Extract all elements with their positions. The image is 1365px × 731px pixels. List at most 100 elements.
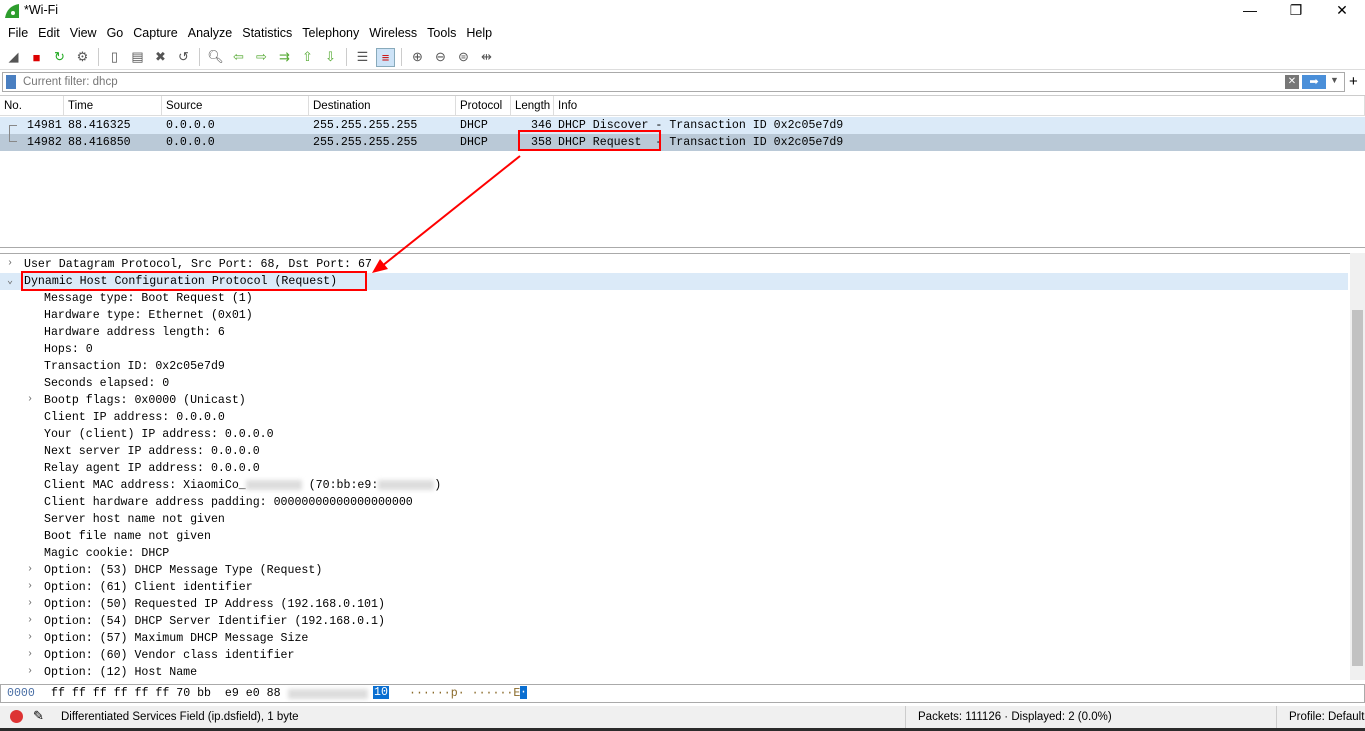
- autoscroll-icon[interactable]: ☰: [353, 48, 372, 67]
- menu-view[interactable]: View: [65, 23, 102, 44]
- status-profile[interactable]: Profile: Default: [1289, 711, 1364, 723]
- tree-item[interactable]: Hardware type: Ethernet (0x01): [0, 307, 1348, 324]
- tree-item[interactable]: Hops: 0: [0, 341, 1348, 358]
- tree-item[interactable]: › Option: (12) Host Name: [0, 664, 1348, 681]
- menu-capture[interactable]: Capture: [128, 23, 182, 44]
- find-icon[interactable]: 🔍︎: [206, 48, 225, 67]
- open-file-icon[interactable]: ▯: [105, 48, 124, 67]
- tree-item[interactable]: › Option: (50) Requested IP Address (192.…: [0, 596, 1348, 613]
- menu-tools[interactable]: Tools: [422, 23, 461, 44]
- ascii-selected-char[interactable]: ·: [520, 686, 527, 699]
- restart-icon[interactable]: ↻: [50, 48, 69, 67]
- forward-icon[interactable]: ⇨: [252, 48, 271, 67]
- tree-item[interactable]: › Option: (53) DHCP Message Type (Request…: [0, 562, 1348, 579]
- filter-input[interactable]: Current filter: dhcp: [23, 76, 118, 88]
- chevron-right-icon[interactable]: ›: [27, 649, 33, 660]
- chevron-right-icon[interactable]: ›: [27, 615, 33, 626]
- tree-item[interactable]: › Option: (61) Client identifier: [0, 579, 1348, 596]
- tree-item-label: Option: (54) DHCP Server Identifier (192…: [44, 615, 385, 628]
- add-filter-button[interactable]: +: [1349, 73, 1358, 90]
- chevron-right-icon[interactable]: ›: [27, 394, 33, 405]
- packet-time: 88.416850: [68, 136, 131, 149]
- bookmark-icon[interactable]: [6, 75, 16, 89]
- chevron-down-icon[interactable]: ⌄: [7, 275, 13, 287]
- menu-bar: File Edit View Go Capture Analyze Statistics Te…: [0, 23, 1365, 44]
- menu-help[interactable]: Help: [461, 23, 497, 44]
- tree-item[interactable]: Seconds elapsed: 0: [0, 375, 1348, 392]
- packet-row[interactable]: 14982 88.416850 0.0.0.0 255.255.255.255 DHCP…: [0, 134, 1365, 151]
- chevron-right-icon[interactable]: ›: [27, 598, 33, 609]
- first-icon[interactable]: ⇧: [298, 48, 317, 67]
- menu-file[interactable]: File: [3, 23, 33, 44]
- tree-item-text: Next server IP address: 0.0.0.0: [44, 445, 260, 458]
- tree-item-text: Bootp flags: 0x0000 (Unicast): [44, 394, 246, 407]
- menu-statistics[interactable]: Statistics: [237, 23, 297, 44]
- tree-item-text: Hops: 0: [44, 343, 93, 356]
- display-filter-bar[interactable]: Current filter: dhcp ✕ ➡ ▼: [2, 72, 1345, 92]
- tree-item-label: Message type: Boot Request (1): [44, 292, 253, 305]
- column-header-length[interactable]: Length: [511, 96, 554, 116]
- clear-filter-icon[interactable]: ✕: [1285, 75, 1299, 89]
- reload-icon[interactable]: ↺: [174, 48, 193, 67]
- goto-icon[interactable]: ⇉: [275, 48, 294, 67]
- tree-item[interactable]: Your (client) IP address: 0.0.0.0: [0, 426, 1348, 443]
- chevron-right-icon[interactable]: ›: [27, 564, 33, 575]
- menu-wireless[interactable]: Wireless: [364, 23, 422, 44]
- tree-item-label: Option: (53) DHCP Message Type (Request): [44, 564, 323, 577]
- tree-item[interactable]: Client MAC address: XiaomiCo_ (70:bb:e9:…: [0, 477, 1348, 494]
- zoom-in-icon[interactable]: ⊕: [408, 48, 427, 67]
- column-header-source[interactable]: Source: [162, 96, 309, 116]
- capture-status-icon: [10, 710, 23, 723]
- tree-item[interactable]: Client IP address: 0.0.0.0: [0, 409, 1348, 426]
- zoom-out-icon[interactable]: ⊖: [431, 48, 450, 67]
- column-header-info[interactable]: Info: [554, 96, 1365, 116]
- tree-item[interactable]: Relay agent IP address: 0.0.0.0: [0, 460, 1348, 477]
- normal-size-icon[interactable]: ⊜: [454, 48, 473, 67]
- close-button[interactable]: ✕: [1319, 0, 1365, 22]
- chevron-right-icon[interactable]: ›: [27, 666, 33, 677]
- scrollbar-thumb[interactable]: [1352, 310, 1363, 666]
- chevron-right-icon[interactable]: ›: [27, 632, 33, 643]
- tree-item[interactable]: › Option: (60) Vendor class identifier: [0, 647, 1348, 664]
- tree-item[interactable]: › Bootp flags: 0x0000 (Unicast): [0, 392, 1348, 409]
- options-gear-icon[interactable]: ⚙: [73, 48, 92, 67]
- column-header-no[interactable]: No.: [0, 96, 64, 116]
- apply-filter-icon[interactable]: ➡: [1302, 75, 1326, 89]
- tree-item[interactable]: Server host name not given: [0, 511, 1348, 528]
- tree-item[interactable]: Magic cookie: DHCP: [0, 545, 1348, 562]
- packet-row[interactable]: 14981 88.416325 0.0.0.0 255.255.255.255 DHCP…: [0, 117, 1365, 134]
- tree-item[interactable]: Transaction ID: 0x2c05e7d9: [0, 358, 1348, 375]
- restore-button[interactable]: ❐: [1273, 0, 1319, 22]
- shark-fin-start-icon[interactable]: ◢: [4, 48, 23, 67]
- resize-columns-icon[interactable]: ⇹: [477, 48, 496, 67]
- tree-item[interactable]: Client hardware address padding: 0000000…: [0, 494, 1348, 511]
- column-header-destination[interactable]: Destination: [309, 96, 456, 116]
- tree-item[interactable]: Hardware address length: 6: [0, 324, 1348, 341]
- tree-item-label: Option: (50) Requested IP Address (192.1…: [44, 598, 385, 611]
- minimize-button[interactable]: —: [1227, 0, 1273, 22]
- edit-comment-icon[interactable]: ✎: [33, 708, 44, 724]
- tree-item[interactable]: Boot file name not given: [0, 528, 1348, 545]
- column-header-time[interactable]: Time: [64, 96, 162, 116]
- filter-history-dropdown-icon[interactable]: ▼: [1330, 75, 1339, 85]
- stop-icon[interactable]: ■: [27, 48, 46, 67]
- tree-item[interactable]: › Option: (54) DHCP Server Identifier (19…: [0, 613, 1348, 630]
- last-icon[interactable]: ⇩: [321, 48, 340, 67]
- menu-analyze[interactable]: Analyze: [183, 23, 237, 44]
- hex-selected-byte[interactable]: 10: [373, 686, 389, 699]
- details-scrollbar[interactable]: [1350, 253, 1365, 680]
- tree-item-text: Option: (53) DHCP Message Type (Request): [44, 564, 322, 577]
- column-header-protocol[interactable]: Protocol: [456, 96, 511, 116]
- tree-item[interactable]: › Option: (57) Maximum DHCP Message Size: [0, 630, 1348, 647]
- tree-item[interactable]: Next server IP address: 0.0.0.0: [0, 443, 1348, 460]
- tree-item[interactable]: Message type: Boot Request (1): [0, 290, 1348, 307]
- chevron-right-icon[interactable]: ›: [27, 581, 33, 592]
- back-icon[interactable]: ⇦: [229, 48, 248, 67]
- menu-go[interactable]: Go: [102, 23, 129, 44]
- chevron-right-icon[interactable]: ›: [7, 258, 13, 269]
- save-file-icon[interactable]: ▤: [128, 48, 147, 67]
- menu-edit[interactable]: Edit: [33, 23, 65, 44]
- menu-telephony[interactable]: Telephony: [297, 23, 364, 44]
- colorize-icon[interactable]: ≡: [376, 47, 395, 67]
- close-file-icon[interactable]: ✖: [151, 48, 170, 67]
